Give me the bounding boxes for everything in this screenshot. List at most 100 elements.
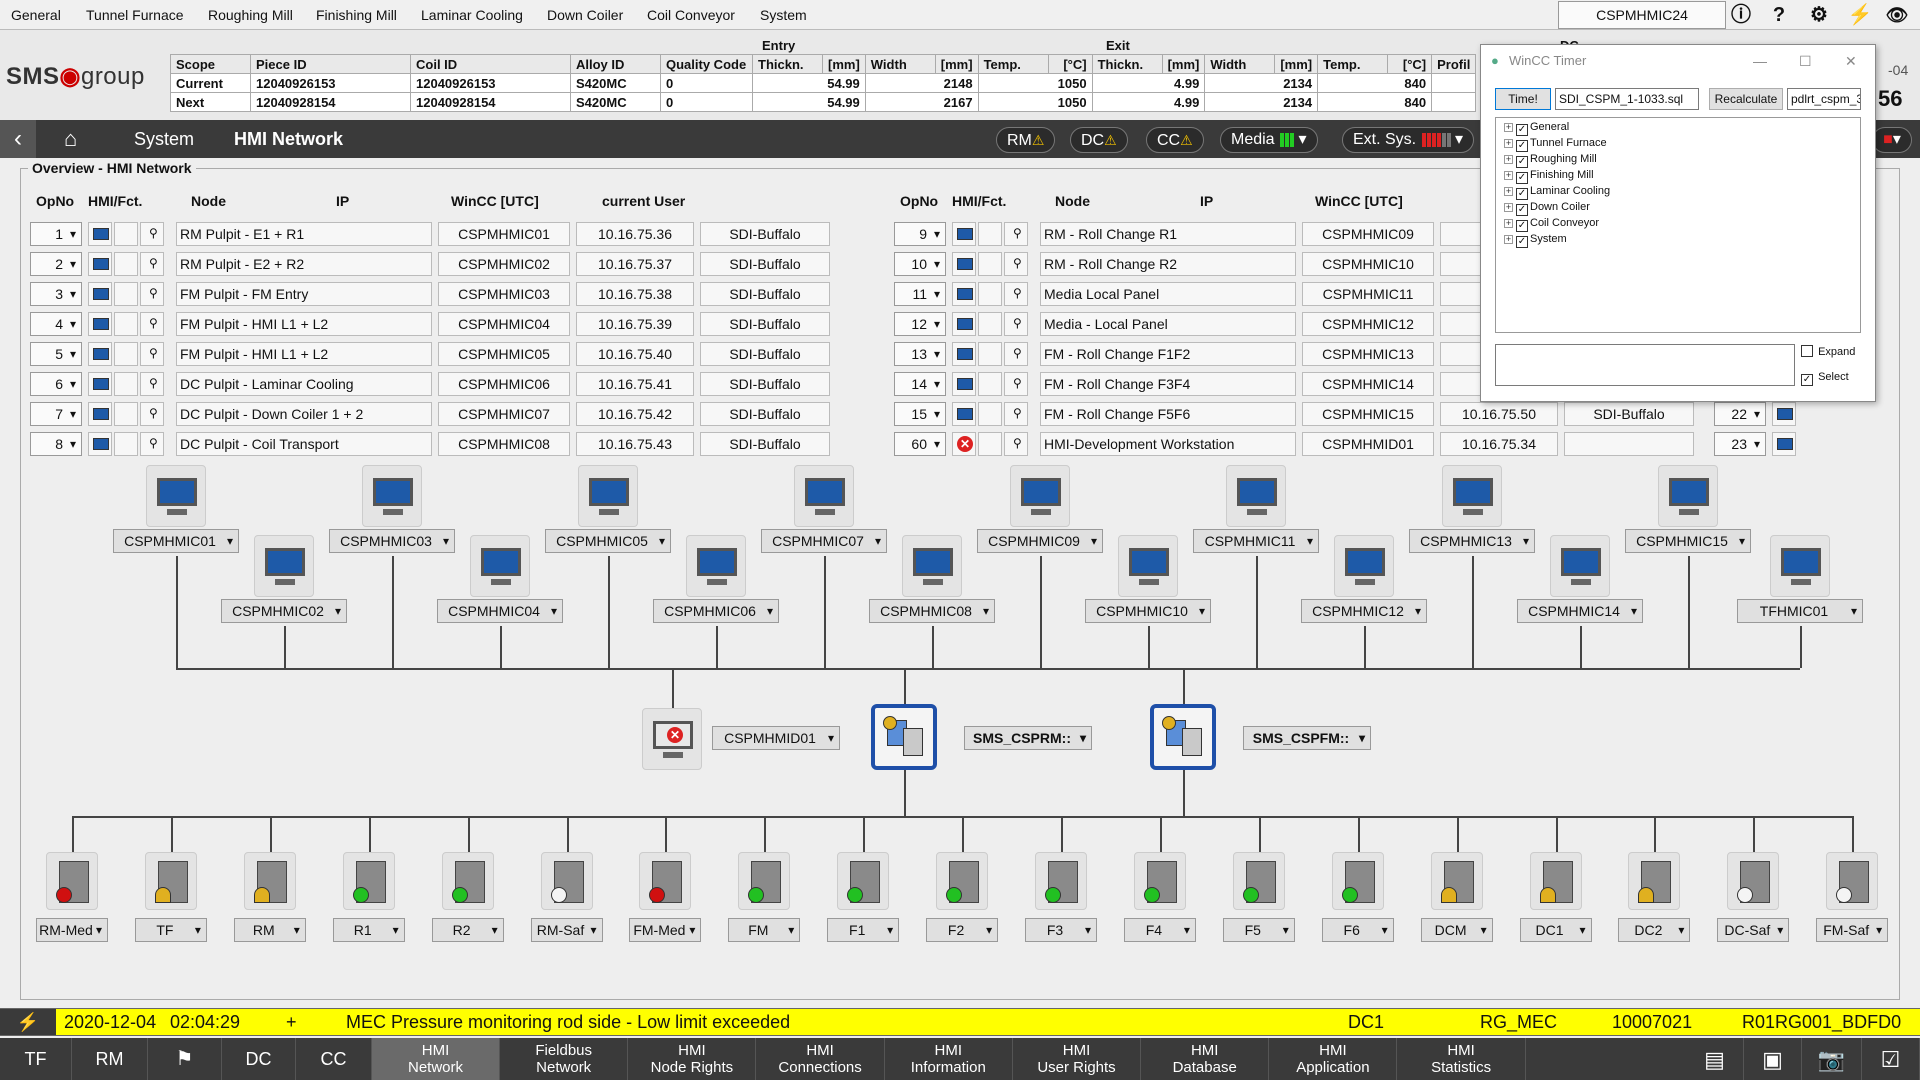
pc-icon[interactable]: [1658, 465, 1718, 527]
opno-select[interactable]: 7: [30, 402, 82, 426]
hmi-status[interactable]: [88, 282, 112, 306]
hmi-status[interactable]: [88, 222, 112, 246]
function-slot[interactable]: [978, 402, 1002, 426]
opno-select[interactable]: 2: [30, 252, 82, 276]
key-button[interactable]: ⚲: [140, 312, 164, 336]
hmi-status[interactable]: [88, 372, 112, 396]
host-dropdown[interactable]: CSPMHMIC05: [545, 529, 671, 553]
key-button[interactable]: ⚲: [1004, 282, 1028, 306]
function-slot[interactable]: [114, 222, 138, 246]
checkbox[interactable]: ✓: [1516, 140, 1528, 152]
rm-status-button[interactable]: RM⚠: [996, 127, 1056, 153]
ext-sys-button[interactable]: Ext. Sys. ▾: [1342, 127, 1475, 153]
host-dropdown[interactable]: CSPMHMIC06: [653, 599, 779, 623]
plc-icon[interactable]: [243, 852, 296, 910]
opno-select[interactable]: 3: [30, 282, 82, 306]
hmi-status[interactable]: [1772, 432, 1796, 456]
tree-item[interactable]: + ✓ General: [1504, 121, 1569, 136]
plc-dropdown[interactable]: F6: [1321, 918, 1394, 942]
plc-dropdown[interactable]: DC-Saf: [1717, 918, 1790, 942]
plc-icon[interactable]: [1430, 852, 1483, 910]
checkbox[interactable]: ✓: [1801, 374, 1813, 386]
plc-dropdown[interactable]: FM-Med: [629, 918, 702, 942]
server-dropdown[interactable]: SMS_CSPFM::: [1243, 726, 1371, 750]
opno-select[interactable]: 4: [30, 312, 82, 336]
checkbox[interactable]: [1801, 345, 1813, 357]
hmi-status[interactable]: [88, 432, 112, 456]
time-button[interactable]: Time!: [1495, 88, 1551, 110]
plc-icon[interactable]: [1232, 852, 1285, 910]
expand-icon[interactable]: +: [1504, 139, 1513, 148]
checkbox[interactable]: ✓: [1516, 220, 1528, 232]
opno-select[interactable]: 5: [30, 342, 82, 366]
opno-select[interactable]: 13: [894, 342, 946, 366]
maximize-icon[interactable]: ☐: [1799, 45, 1812, 77]
pc-icon[interactable]: [1334, 535, 1394, 597]
menu-down-coiler[interactable]: Down Coiler: [547, 7, 623, 23]
hmi-status[interactable]: [88, 402, 112, 426]
expand-icon[interactable]: +: [1504, 155, 1513, 164]
opno-select[interactable]: 10: [894, 252, 946, 276]
key-button[interactable]: ⚲: [1004, 402, 1028, 426]
nav-dropdown-button[interactable]: ■▾: [1872, 127, 1912, 153]
monitor-icon[interactable]: ▤: [1686, 1038, 1744, 1080]
checkbox-icon[interactable]: ☑: [1862, 1038, 1920, 1080]
key-button[interactable]: ⚲: [1004, 372, 1028, 396]
plc-icon[interactable]: [1035, 852, 1087, 910]
opno-select[interactable]: 22: [1714, 402, 1766, 426]
alarm-bar[interactable]: ⚡ 2020-12-04 02:04:29 + MEC Pressure mon…: [0, 1008, 1920, 1036]
pc-icon[interactable]: [146, 465, 206, 527]
hmi-status[interactable]: [1772, 402, 1796, 426]
plc-icon[interactable]: [144, 852, 197, 910]
home-icon[interactable]: ⌂: [64, 120, 77, 158]
plc-icon[interactable]: [342, 852, 395, 910]
host-dropdown[interactable]: CSPMHMIC03: [329, 529, 455, 553]
hmi-status[interactable]: [952, 342, 976, 366]
function-slot[interactable]: [114, 342, 138, 366]
eye-icon[interactable]: 👁: [1882, 2, 1912, 28]
opno-select[interactable]: 9: [894, 222, 946, 246]
lightning-icon[interactable]: ⚡: [1845, 2, 1875, 28]
tab-hmi-user-rights[interactable]: HMI User Rights: [1013, 1038, 1141, 1080]
plc-dropdown[interactable]: DCM: [1420, 918, 1493, 942]
hmi-status[interactable]: [952, 222, 976, 246]
hmi-status[interactable]: [952, 402, 976, 426]
pc-icon[interactable]: [794, 465, 854, 527]
tab-cc[interactable]: CC: [296, 1038, 372, 1080]
key-button[interactable]: ⚲: [140, 282, 164, 306]
opno-select[interactable]: 8: [30, 432, 82, 456]
plc-icon[interactable]: [441, 852, 494, 910]
key-button[interactable]: ⚲: [140, 432, 164, 456]
opno-select[interactable]: 12: [894, 312, 946, 336]
expand-icon[interactable]: +: [1504, 219, 1513, 228]
tree-item[interactable]: + ✓ Finishing Mill: [1504, 169, 1594, 184]
server-icon[interactable]: [871, 704, 937, 770]
host-dropdown[interactable]: CSPMHMIC07: [761, 529, 887, 553]
tab-dc[interactable]: DC: [222, 1038, 296, 1080]
pc-icon[interactable]: [902, 535, 962, 597]
plc-icon[interactable]: [46, 852, 98, 910]
camera-icon[interactable]: 📷: [1802, 1038, 1862, 1080]
cc-status-button[interactable]: CC⚠: [1146, 127, 1204, 153]
menu-laminar-cooling[interactable]: Laminar Cooling: [421, 7, 523, 23]
hmi-status[interactable]: ✕: [952, 432, 976, 456]
key-button[interactable]: ⚲: [1004, 342, 1028, 366]
plc-dropdown[interactable]: DC2: [1618, 918, 1691, 942]
close-icon[interactable]: ✕: [1845, 45, 1857, 77]
checkbox[interactable]: ✓: [1516, 124, 1528, 136]
pc-icon[interactable]: [1770, 535, 1830, 597]
tab-hmi-node-rights[interactable]: HMI Node Rights: [628, 1038, 757, 1080]
key-button[interactable]: ⚲: [1004, 222, 1028, 246]
opno-select[interactable]: 11: [894, 282, 946, 306]
key-button[interactable]: ⚲: [1004, 312, 1028, 336]
plc-icon[interactable]: [1628, 852, 1681, 910]
pc-icon[interactable]: [254, 535, 314, 597]
opno-select[interactable]: 15: [894, 402, 946, 426]
menu-system[interactable]: System: [760, 7, 807, 23]
expand-icon[interactable]: +: [1504, 235, 1513, 244]
opno-select[interactable]: 60: [894, 432, 946, 456]
tab-rm[interactable]: RM: [72, 1038, 148, 1080]
plc-dropdown[interactable]: R1: [332, 918, 405, 942]
tab-hmi-application[interactable]: HMI Application: [1269, 1038, 1398, 1080]
sql-file-field[interactable]: SDI_CSPM_1-1033.sql: [1555, 88, 1699, 110]
